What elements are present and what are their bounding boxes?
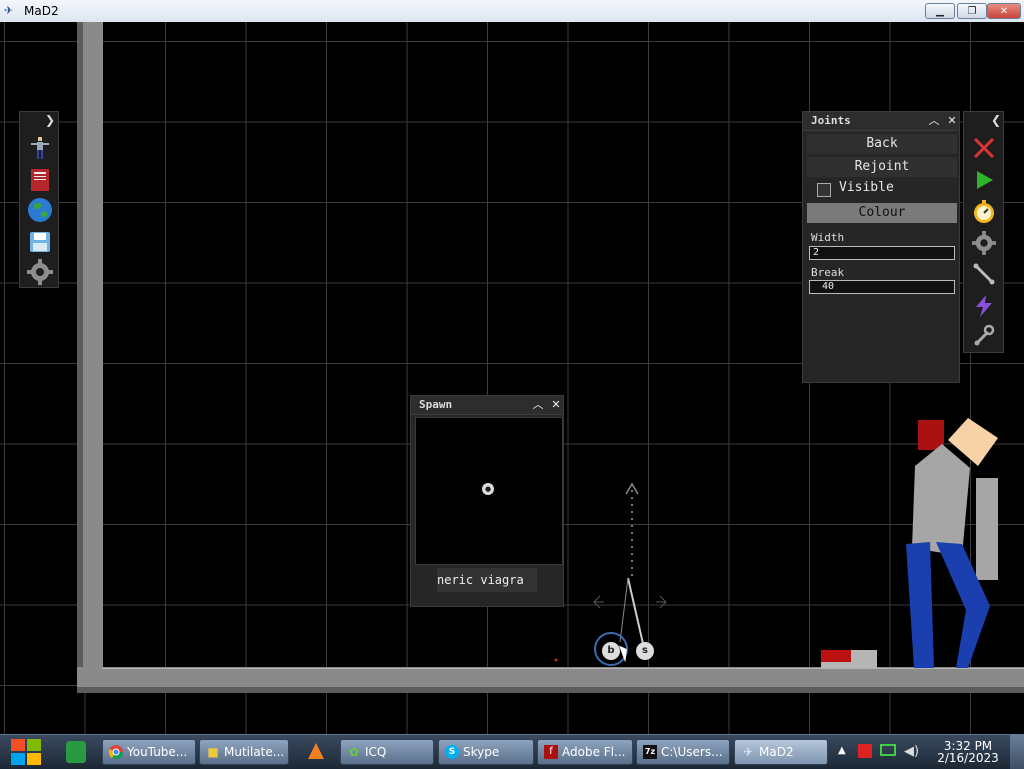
folder-icon: ■ [207,745,219,759]
task-icq[interactable]: ✿ ICQ [340,739,434,765]
task-skype[interactable]: S Skype [438,739,534,765]
taskbar: YouTube... ■ Mutilate... ✿ ICQ S Skype f… [0,734,1024,769]
tool-button-s[interactable]: s [636,642,654,660]
task-label: Skype [463,745,500,759]
network-icon[interactable] [880,744,896,756]
task-7zip[interactable]: 7z C:\Users... [636,739,730,765]
clock-date: 2/16/2023 [937,751,999,765]
drag-arrow-left [592,595,604,609]
spawn-guide-arrow [625,482,639,495]
drag-arrow-right [656,595,668,609]
vlc-pinned-icon[interactable] [308,743,324,759]
task-adobe-flash[interactable]: f Adobe Fl... [537,739,633,765]
minimize-button[interactable]: ▁ [925,3,955,19]
task-label: Adobe Fl... [562,745,626,759]
game-stage[interactable]: ❯ Joints ︿ ✕ Back Rejoint Visible Colour… [0,22,1024,734]
ragdoll-figure [906,418,998,668]
task-label: Mutilate... [224,745,285,759]
blood-dot [554,658,558,662]
show-desktop-button[interactable] [1010,735,1024,769]
taskbar-clock[interactable]: 3:32 PM 2/16/2023 [936,740,1000,764]
mad2-icon: ✈ [742,745,754,759]
flash-icon: f [544,745,558,759]
pendulum-rod-shadow [619,577,629,643]
skype-icon: S [445,745,459,759]
start-button[interactable] [8,737,44,767]
icq-icon: ✿ [348,745,360,759]
close-button[interactable]: ✕ [987,3,1021,19]
task-label: ICQ [365,745,387,759]
tray-expand-icon[interactable]: ▲ [838,745,846,756]
volume-icon[interactable]: ◀) [904,744,919,759]
pendulum-rod [627,577,645,649]
window-titlebar: ✈ MaD2 ▁ ❐ ✕ [0,0,1024,23]
scene-objects [554,418,998,668]
task-label: YouTube... [127,745,188,759]
7zip-icon: 7z [643,745,657,759]
task-label: MaD2 [759,745,794,759]
task-label: C:\Users... [661,745,723,759]
task-mad2[interactable]: ✈ MaD2 [734,739,828,765]
action-center-flag-icon[interactable] [858,744,872,758]
restore-button[interactable]: ❐ [957,3,987,19]
notepad-pinned-icon[interactable] [66,741,86,763]
tool-button-b[interactable]: b [602,642,620,660]
task-youtube[interactable]: YouTube... [102,739,196,765]
chrome-icon [108,745,124,760]
blood-splatter [821,650,851,662]
window-title: MaD2 [24,4,59,18]
task-mutilate[interactable]: ■ Mutilate... [199,739,289,765]
app-icon: ✈ [4,4,14,17]
